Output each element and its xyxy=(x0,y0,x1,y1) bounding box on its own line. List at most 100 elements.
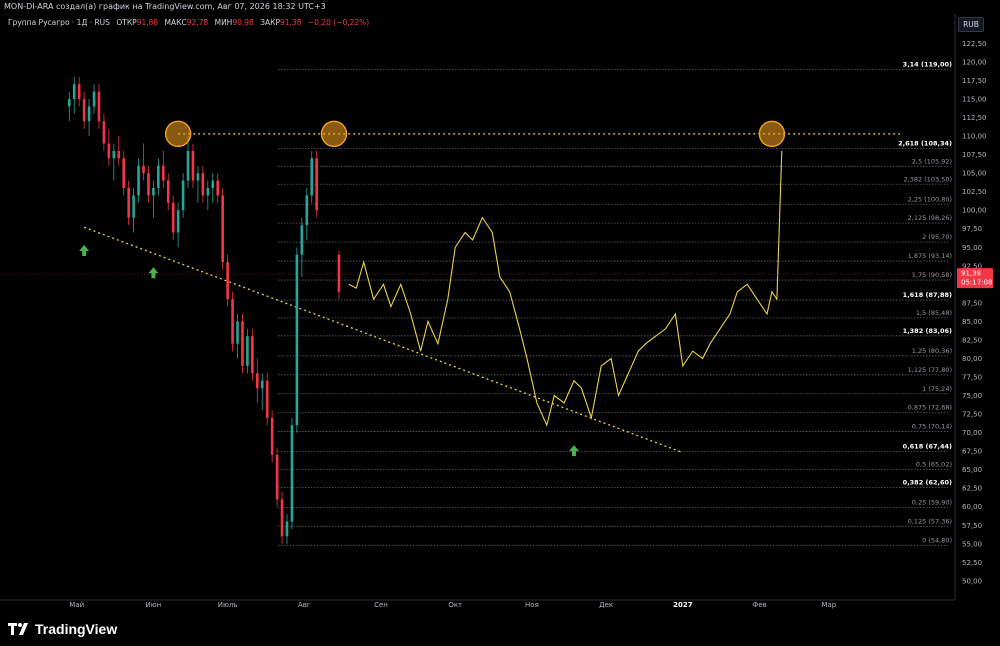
x-tick-label: Сен xyxy=(374,601,388,609)
candle xyxy=(157,165,160,188)
y-tick-label: 110,00 xyxy=(962,133,987,141)
y-tick-label: 80,00 xyxy=(962,355,982,363)
y-tick-label: 117,50 xyxy=(962,77,987,85)
fib-level-label: 0,125 (57,36) xyxy=(908,517,952,525)
candle xyxy=(201,173,205,196)
fib-level-label: 2,5 (105,92) xyxy=(912,157,952,165)
fib-level-label: 1,75 (90,58) xyxy=(912,271,952,279)
y-tick-label: 50,00 xyxy=(962,577,982,585)
candle xyxy=(171,202,175,233)
candle xyxy=(295,254,299,426)
candle xyxy=(305,195,309,226)
candle xyxy=(290,425,294,522)
fib-level-label: 2,25 (100,80) xyxy=(908,195,952,203)
y-tick-label: 82,50 xyxy=(962,336,982,344)
candle xyxy=(211,180,215,188)
candle xyxy=(127,187,130,218)
y-tick-label: 120,00 xyxy=(962,58,987,66)
candle xyxy=(147,173,150,196)
x-tick-label: Мар xyxy=(821,601,836,609)
y-tick-label: 62,50 xyxy=(962,485,982,493)
candle xyxy=(310,158,314,196)
candle xyxy=(181,180,185,211)
candle xyxy=(300,225,304,255)
candle xyxy=(206,187,210,196)
candle xyxy=(137,165,140,196)
target-circle xyxy=(758,120,786,148)
y-tick-label: 65,00 xyxy=(962,466,982,474)
x-tick-label: Июль xyxy=(218,601,238,609)
fib-level-label: 2 (95,70) xyxy=(922,233,952,241)
candle xyxy=(265,380,269,418)
y-tick-label: 55,00 xyxy=(962,540,982,548)
fib-level-label: 2,618 (108,34) xyxy=(898,139,952,147)
y-tick-label: 97,50 xyxy=(962,225,982,233)
y-tick-label: 70,00 xyxy=(962,429,982,437)
y-tick-label: 107,50 xyxy=(962,151,987,159)
candle xyxy=(337,254,341,292)
x-tick-label: 2027 xyxy=(673,601,693,609)
x-tick-label: Авг xyxy=(298,601,311,609)
candle xyxy=(176,210,180,233)
fib-level-label: 0,75 (70,14) xyxy=(912,423,952,431)
fib-level-label: 2,125 (98,26) xyxy=(908,214,952,222)
candle xyxy=(270,417,274,455)
y-tick-label: 52,50 xyxy=(962,559,982,567)
fib-level-label: 2,382 (103,50) xyxy=(904,175,953,183)
up-arrow-icon xyxy=(148,267,159,279)
tradingview-logo-icon xyxy=(8,623,28,635)
fib-level-label: 1,25 (80,36) xyxy=(912,347,952,355)
y-tick-label: 115,00 xyxy=(962,96,987,104)
price-chart[interactable]: 3,14 (119,00) 2,618 (108,34) 2,5 (105,92) 2… xyxy=(0,0,1000,646)
y-tick-label: 72,50 xyxy=(962,411,982,419)
candle xyxy=(142,165,145,174)
fib-level-label: 1,875 (93,14) xyxy=(908,252,952,260)
candle xyxy=(186,150,190,181)
y-tick-label: 105,00 xyxy=(962,170,987,178)
target-circle xyxy=(164,120,192,148)
candle xyxy=(251,336,254,374)
x-tick-label: Май xyxy=(69,601,84,609)
projection-line xyxy=(348,150,783,427)
y-tick-label: 75,00 xyxy=(962,392,982,400)
candle xyxy=(132,195,135,218)
candle xyxy=(72,84,76,100)
candle xyxy=(87,106,91,122)
y-tick-label: 95,00 xyxy=(962,244,982,252)
y-tick-label: 112,50 xyxy=(962,114,987,122)
fib-level-label: 0,382 (62,60) xyxy=(903,478,952,486)
x-tick-label: Фев xyxy=(752,601,766,609)
candle xyxy=(285,521,289,537)
candle xyxy=(166,180,170,203)
x-tick-label: Дек xyxy=(599,601,613,609)
candle xyxy=(77,84,81,100)
candle xyxy=(241,321,244,366)
last-price-value: 91,38 xyxy=(961,270,981,278)
candle xyxy=(231,299,234,344)
candle xyxy=(82,99,86,122)
candle xyxy=(221,195,224,263)
candle xyxy=(191,150,195,181)
fib-level-label: 1,125 (77,80) xyxy=(908,366,952,374)
candle xyxy=(152,187,155,196)
tradingview-brand: TradingView xyxy=(35,621,118,637)
fib-level-label: 1,618 (87,88) xyxy=(903,291,952,299)
candle xyxy=(226,262,229,300)
candle xyxy=(117,150,121,159)
y-tick-label: 122,50 xyxy=(962,40,987,48)
y-tick-label: 102,50 xyxy=(962,188,987,196)
fib-level-label: 0,618 (67,44) xyxy=(903,443,952,451)
y-tick-label: 100,00 xyxy=(962,207,987,215)
candle xyxy=(122,158,126,188)
candle xyxy=(246,336,249,366)
x-tick-label: Окт xyxy=(448,601,462,609)
y-tick-label: 57,50 xyxy=(962,522,982,530)
fib-level-label: 0,875 (72,68) xyxy=(908,404,952,412)
up-arrow-icon xyxy=(568,445,579,457)
y-tick-label: 77,50 xyxy=(962,374,982,382)
candle xyxy=(236,321,239,344)
y-tick-label: 60,00 xyxy=(962,503,982,511)
candle xyxy=(280,499,284,537)
candle xyxy=(216,180,220,196)
y-tick-label: 87,50 xyxy=(962,299,982,307)
